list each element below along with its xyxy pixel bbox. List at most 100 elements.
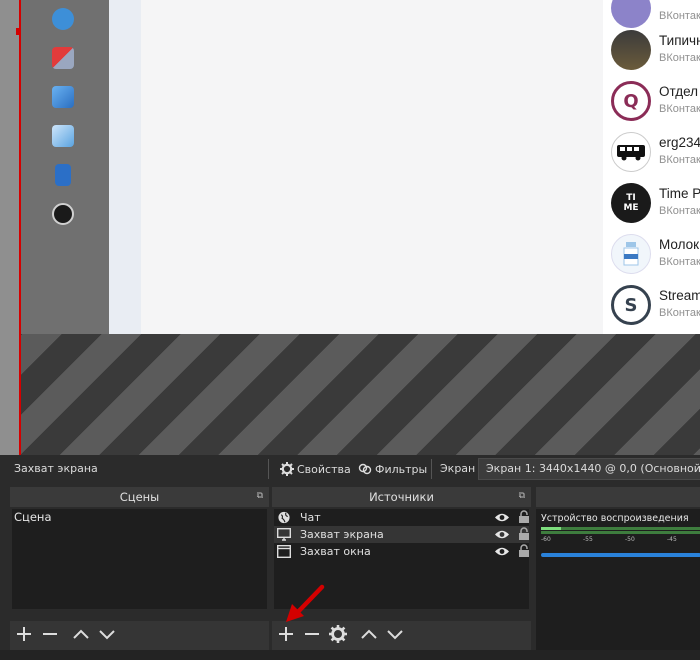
source-properties-button[interactable] — [329, 625, 347, 648]
monitor-icon — [277, 528, 291, 541]
level-meter — [541, 531, 700, 534]
list-item[interactable]: Захват экрана — [274, 526, 529, 543]
float-dock-icon[interactable]: ⧉ — [257, 491, 263, 501]
float-dock-icon[interactable]: ⧉ — [519, 491, 525, 501]
preview-canvas[interactable]: ВКонтакте Типичн ВКонтакте Q Отдел ВКонт… — [0, 0, 700, 455]
friend-name: Молок — [659, 237, 700, 252]
docker-icon — [52, 8, 74, 30]
friend-name: erg234 — [659, 135, 700, 150]
milk-bottle-icon — [623, 242, 639, 266]
properties-label: Свойства — [297, 462, 351, 476]
scenes-list[interactable]: Сцена — [12, 509, 267, 609]
avatar — [611, 0, 651, 28]
sources-toolbar — [272, 621, 531, 650]
bus-icon — [617, 145, 645, 161]
friend-subtitle: ВКонтакте — [659, 256, 700, 268]
preview-left-edge — [0, 0, 20, 455]
list-item: Молок ВКонтакте — [611, 234, 700, 278]
source-name: Захват экрана — [300, 528, 384, 541]
level-meter-peak — [541, 527, 561, 530]
avatar: Q — [611, 81, 651, 121]
audio-mixer-dock: Устройство воспроизведения -60 -55 -50 -… — [536, 487, 700, 650]
avatar — [611, 234, 651, 274]
chevron-up-icon — [361, 629, 377, 639]
scale-tick: -60 — [541, 536, 551, 543]
friend-subtitle: ВКонтакте — [659, 52, 700, 64]
avatar — [611, 30, 651, 70]
sources-title: Источники — [272, 487, 531, 507]
avatar: S — [611, 285, 651, 325]
list-item: Типичн ВКонтакте — [611, 30, 700, 74]
filter-icon — [358, 463, 372, 475]
annotation-arrow — [286, 584, 325, 622]
mixer-device-name: Устройство воспроизведения — [541, 513, 689, 524]
lock-icon[interactable] — [518, 544, 530, 558]
scale-tick: -50 — [625, 536, 635, 543]
friend-name: Time P — [659, 186, 700, 201]
move-source-up-button[interactable] — [360, 625, 378, 648]
add-source-button[interactable] — [277, 625, 295, 648]
move-source-down-button[interactable] — [386, 625, 404, 648]
list-item[interactable]: Чат — [274, 509, 529, 526]
plus-icon — [279, 627, 293, 641]
selected-source-label: Захват экрана — [14, 462, 98, 475]
scenes-dock: Сцены ⧉ Сцена — [10, 487, 269, 650]
source-name: Чат — [300, 511, 321, 524]
obs-window: ВКонтакте Типичн ВКонтакте Q Отдел ВКонт… — [0, 0, 700, 660]
visibility-eye-icon[interactable] — [494, 529, 510, 540]
db-scale: -60 -55 -50 -45 — [541, 536, 700, 544]
toolbar-divider — [431, 459, 432, 479]
source-toolbar: Захват экрана Свойства Фильтры Экран Экр… — [0, 455, 700, 483]
toolbar-divider — [268, 459, 269, 479]
window-icon — [277, 545, 291, 558]
list-item[interactable]: Сцена — [12, 509, 267, 525]
gear-icon — [329, 625, 347, 643]
notepad-icon — [52, 125, 74, 147]
move-scene-down-button[interactable] — [98, 625, 116, 648]
friend-name: Отдел — [659, 84, 699, 99]
friend-subtitle: ВКонтакте — [659, 103, 700, 115]
screen-label: Экран — [440, 462, 476, 475]
lock-icon[interactable] — [518, 527, 530, 541]
chevron-up-icon — [73, 629, 89, 639]
list-item: TI ME Time P ВКонтакте — [611, 183, 700, 227]
browser-side-panel — [109, 0, 141, 334]
chevron-down-icon — [387, 630, 403, 640]
scenes-toolbar — [10, 621, 269, 650]
globe-icon — [278, 511, 290, 524]
captured-taskbar — [21, 0, 109, 334]
move-scene-up-button[interactable] — [72, 625, 90, 648]
volume-slider[interactable] — [541, 553, 700, 557]
network-icon — [52, 86, 74, 108]
friend-subtitle: ВКонтакте — [659, 205, 700, 217]
remove-source-button[interactable] — [303, 625, 321, 648]
friend-subtitle: ВКонтакте — [659, 10, 700, 22]
filters-button[interactable]: Фильтры — [358, 459, 427, 479]
list-item[interactable]: Захват окна — [274, 543, 529, 560]
obs-icon — [52, 203, 74, 225]
mixer-body: Устройство воспроизведения -60 -55 -50 -… — [536, 509, 700, 650]
scale-tick: -45 — [667, 536, 677, 543]
friend-name: Типичн — [659, 33, 700, 48]
level-meter — [541, 527, 700, 530]
scenes-title: Сцены — [10, 487, 269, 507]
captured-friends-list: ВКонтакте Типичн ВКонтакте Q Отдел ВКонт… — [603, 0, 700, 334]
filters-label: Фильтры — [375, 462, 428, 476]
tools-icon — [52, 47, 74, 69]
properties-button[interactable]: Свойства — [280, 459, 351, 479]
list-item: S Stream ВКонтакте — [611, 285, 700, 329]
minus-icon — [305, 633, 319, 635]
visibility-eye-icon[interactable] — [494, 512, 510, 523]
source-name: Захват окна — [300, 545, 371, 558]
plus-icon — [17, 627, 31, 641]
remove-scene-button[interactable] — [41, 625, 59, 648]
friend-subtitle: ВКонтакте — [659, 154, 700, 166]
list-item: Q Отдел ВКонтакте — [611, 81, 700, 125]
calculator-icon — [55, 164, 71, 186]
visibility-eye-icon[interactable] — [494, 546, 510, 557]
screen-select[interactable]: Экран 1: 3440x1440 @ 0,0 (Основной монит… — [478, 458, 700, 480]
mixer-header — [536, 487, 700, 507]
sources-dock: Источники ⧉ Чат Захват экрана Захват окн… — [272, 487, 531, 650]
add-scene-button[interactable] — [15, 625, 33, 648]
lock-icon[interactable] — [518, 510, 530, 524]
